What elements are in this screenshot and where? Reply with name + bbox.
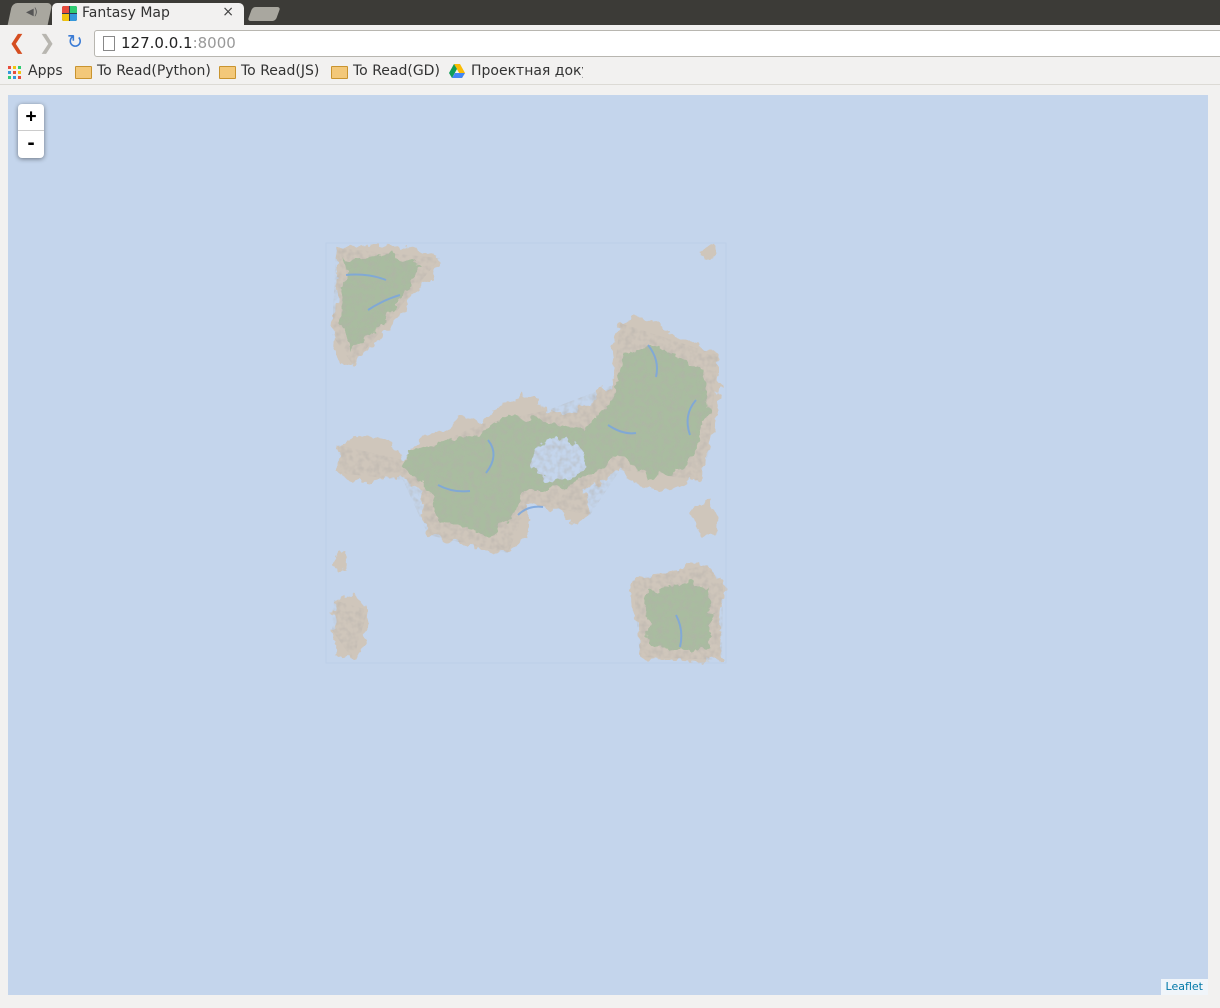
bookmark-label: To Read(Python) — [97, 63, 211, 79]
browser-toolbar: ❮ ❯ ↻ 127.0.0.1:8000 — [0, 25, 1220, 60]
new-tab-button[interactable] — [247, 7, 281, 21]
folder-icon — [75, 66, 92, 79]
tab-fantasy-map[interactable]: Fantasy Map × — [52, 3, 244, 25]
address-bar[interactable]: 127.0.0.1:8000 — [94, 30, 1220, 57]
zoom-in-button[interactable]: + — [18, 104, 44, 131]
speaker-icon: ◀) — [26, 7, 38, 18]
folder-icon — [331, 66, 348, 79]
url-text: 127.0.0.1:8000 — [121, 34, 236, 52]
bookmarks-bar: Apps To Read(Python) To Read(JS) To Read… — [0, 60, 1220, 85]
tab-close-icon[interactable]: × — [222, 4, 234, 20]
reload-icon[interactable]: ↻ — [64, 31, 86, 53]
bookmark-label: Проектная докум — [471, 63, 583, 79]
url-host: 127.0.0.1 — [121, 34, 193, 52]
zoom-control: + - — [18, 104, 44, 158]
site-favicon-icon — [62, 6, 77, 21]
bookmark-label: To Read(JS) — [241, 63, 320, 79]
islet-west — [334, 550, 348, 573]
url-port: :8000 — [192, 34, 236, 52]
land-group — [332, 245, 723, 662]
tab-title: Fantasy Map — [82, 5, 170, 21]
bookmark-label: To Read(GD) — [353, 63, 440, 79]
tab-strip: ◀) Fantasy Map × — [0, 0, 1220, 25]
page-icon — [103, 36, 115, 51]
bookmark-project-docs[interactable]: Проектная докум — [449, 63, 583, 81]
google-drive-icon — [449, 64, 465, 78]
attribution-link[interactable]: Leaflet — [1160, 979, 1208, 995]
forward-arrow-icon[interactable]: ❯ — [36, 31, 58, 53]
zoom-out-button[interactable]: - — [18, 131, 44, 157]
islet-northeast — [698, 245, 716, 260]
map-tiles — [325, 242, 727, 664]
map-container[interactable]: + - Leaflet — [8, 95, 1208, 995]
apps-grid-icon — [8, 66, 21, 79]
bookmark-label: Apps — [28, 63, 63, 79]
back-arrow-icon[interactable]: ❮ — [6, 31, 28, 53]
folder-icon — [219, 66, 236, 79]
islet-east — [690, 500, 718, 535]
